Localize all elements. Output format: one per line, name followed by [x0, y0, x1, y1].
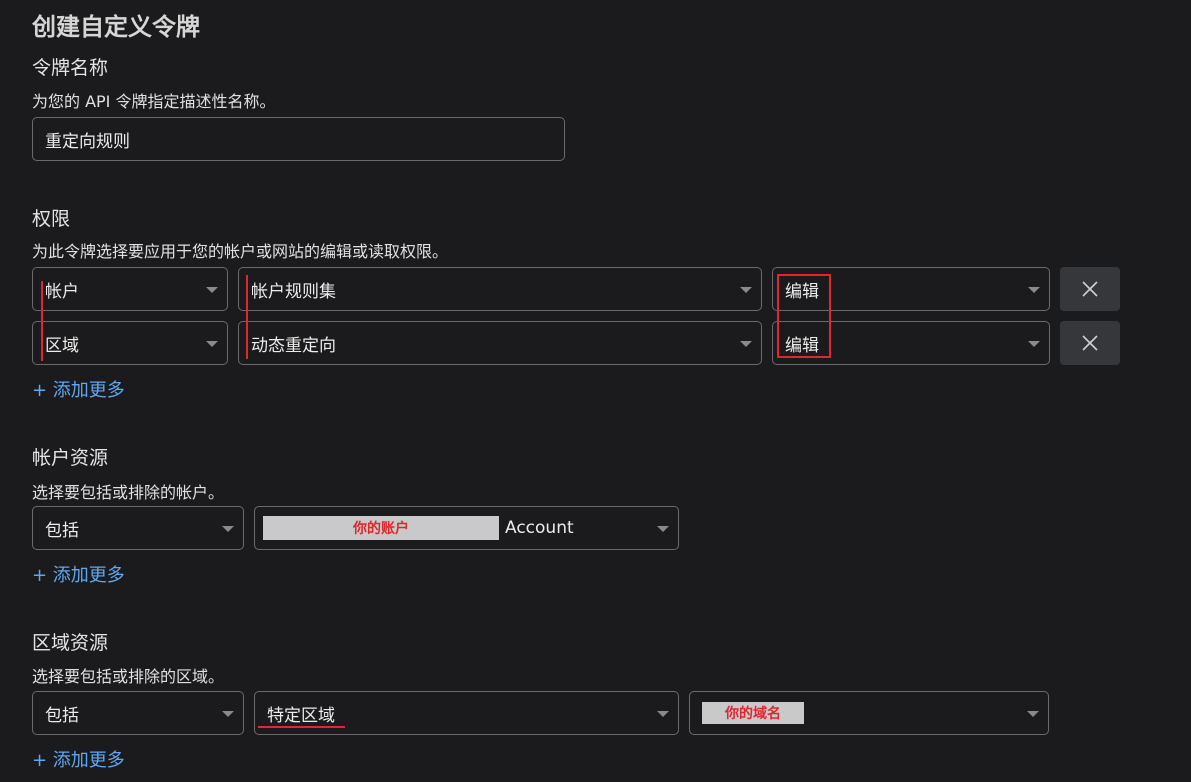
close-icon — [1082, 335, 1098, 351]
zone-scope-select[interactable]: 特定区域 — [254, 691, 679, 735]
permission-resource-value: 帐户规则集 — [251, 281, 336, 302]
annotation-box — [777, 274, 831, 358]
permission-scope-value: 区域 — [45, 335, 79, 356]
add-account-resource-link[interactable]: + 添加更多 — [32, 561, 125, 587]
redacted-domain-mask: 你的域名 — [702, 702, 804, 724]
chevron-down-icon — [1027, 711, 1039, 717]
token-name-value: 重定向规则 — [45, 131, 130, 152]
account-resources-heading: 帐户资源 — [32, 447, 109, 469]
account-resources-description: 选择要包括或排除的帐户。 — [32, 483, 225, 502]
permission-scope-value: 帐户 — [45, 281, 79, 302]
chevron-down-icon — [222, 526, 234, 532]
page-title: 创建自定义令牌 — [32, 13, 200, 41]
account-include-value: 包括 — [45, 520, 79, 541]
account-suffix: Account — [505, 518, 574, 538]
chevron-down-icon — [740, 287, 752, 293]
permissions-description: 为此令牌选择要应用于您的帐户或网站的编辑或读取权限。 — [32, 242, 449, 261]
zone-resources-heading: 区域资源 — [32, 632, 109, 654]
permissions-heading: 权限 — [32, 208, 71, 230]
chevron-down-icon — [657, 711, 669, 717]
zone-include-select[interactable]: 包括 — [32, 691, 244, 735]
remove-permission-button[interactable] — [1060, 321, 1120, 365]
annotation-underline — [258, 726, 345, 728]
annotation-bar — [41, 281, 43, 361]
redacted-account-mask: 你的账户 — [263, 516, 499, 540]
permission-resource-select[interactable]: 帐户规则集 — [238, 267, 762, 311]
chevron-down-icon — [1028, 287, 1040, 293]
permission-resource-value: 动态重定向 — [251, 335, 336, 356]
zone-include-value: 包括 — [45, 705, 79, 726]
permission-scope-select[interactable]: 区域 — [32, 321, 228, 365]
close-icon — [1082, 281, 1098, 297]
chevron-down-icon — [222, 711, 234, 717]
annotation-bar — [246, 275, 248, 359]
zone-scope-value: 特定区域 — [267, 705, 335, 726]
account-select[interactable]: 你的账户 Account — [254, 506, 679, 550]
zone-select[interactable]: 你的域名 — [689, 691, 1049, 735]
chevron-down-icon — [1028, 341, 1040, 347]
chevron-down-icon — [206, 341, 218, 347]
remove-permission-button[interactable] — [1060, 267, 1120, 311]
chevron-down-icon — [740, 341, 752, 347]
permission-resource-select[interactable]: 动态重定向 — [238, 321, 762, 365]
token-name-heading: 令牌名称 — [32, 57, 109, 79]
zone-resources-description: 选择要包括或排除的区域。 — [32, 667, 225, 686]
token-name-input[interactable]: 重定向规则 — [32, 117, 565, 161]
chevron-down-icon — [657, 526, 669, 532]
token-name-description: 为您的 API 令牌指定描述性名称。 — [32, 92, 276, 111]
add-zone-resource-link[interactable]: + 添加更多 — [32, 746, 125, 772]
add-permission-link[interactable]: + 添加更多 — [32, 376, 125, 402]
permission-scope-select[interactable]: 帐户 — [32, 267, 228, 311]
account-include-select[interactable]: 包括 — [32, 506, 244, 550]
chevron-down-icon — [206, 287, 218, 293]
